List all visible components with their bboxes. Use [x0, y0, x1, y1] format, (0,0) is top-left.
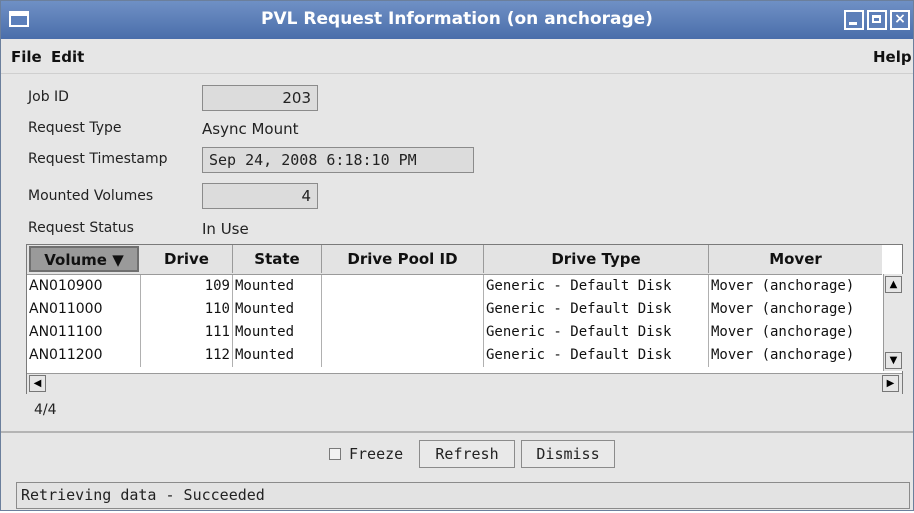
column-header-drive-type[interactable]: Drive Type [484, 245, 709, 273]
table-row[interactable]: AN011200 112 Mounted Generic - Default D… [27, 344, 882, 367]
cell-volume: AN011100 [27, 321, 141, 344]
cell-drive: 110 [141, 298, 233, 321]
column-header-state[interactable]: State [233, 245, 322, 273]
status-bar: Retrieving data - Succeeded [16, 482, 910, 509]
separator [1, 431, 913, 433]
column-header-mover[interactable]: Mover [709, 245, 882, 273]
mounted-volumes-field: 4 [202, 183, 318, 209]
column-header-volume[interactable]: Volume ▼ [29, 246, 139, 272]
cell-drive-pool-id [322, 298, 484, 321]
cell-state: Mounted [233, 298, 322, 321]
cell-drive-type: Generic - Default Disk [484, 298, 709, 321]
scroll-down-icon[interactable]: ▼ [885, 352, 902, 369]
request-type-value: Async Mount [202, 120, 299, 138]
freeze-checkbox[interactable] [329, 448, 341, 460]
pvl-request-window: PVL Request Information (on anchorage) ×… [0, 0, 914, 511]
window-title: PVL Request Information (on anchorage) [261, 9, 653, 29]
request-type-label: Request Type [28, 120, 122, 136]
request-status-value: In Use [202, 220, 249, 238]
horizontal-scrollbar[interactable]: ◀ ▶ [27, 373, 902, 394]
minimize-icon[interactable] [844, 10, 864, 30]
mounted-volumes-label: Mounted Volumes [28, 188, 154, 204]
column-header-drive[interactable]: Drive [141, 245, 233, 273]
menu-file[interactable]: File [11, 48, 42, 66]
cell-mover: Mover (anchorage) [711, 347, 855, 363]
cell-drive-type: Generic - Default Disk [484, 321, 709, 344]
maximize-icon[interactable] [867, 10, 887, 30]
vertical-scrollbar[interactable]: ▲ ▼ [883, 274, 903, 371]
cell-state: Mounted [233, 321, 322, 344]
dismiss-button[interactable]: Dismiss [521, 440, 615, 468]
scroll-left-icon[interactable]: ◀ [29, 375, 46, 392]
cell-drive-pool-id [322, 344, 484, 367]
table-row[interactable]: AN010900 109 Mounted Generic - Default D… [27, 275, 882, 298]
cell-mover: Mover (anchorage) [711, 301, 855, 317]
scroll-up-icon[interactable]: ▲ [885, 276, 902, 293]
refresh-button[interactable]: Refresh [419, 440, 515, 468]
menu-help[interactable]: Help [873, 48, 912, 66]
menu-edit[interactable]: Edit [51, 48, 84, 66]
cell-drive-type: Generic - Default Disk [484, 344, 709, 367]
cell-drive: 112 [141, 344, 233, 367]
request-timestamp-field: Sep 24, 2008 6:18:10 PM [202, 147, 474, 173]
request-status-label: Request Status [28, 220, 134, 236]
cell-mover: Mover (anchorage) [711, 324, 855, 340]
cell-mover: Mover (anchorage) [711, 278, 855, 294]
title-bar[interactable]: PVL Request Information (on anchorage) × [1, 1, 913, 39]
cell-volume: AN011200 [27, 344, 141, 367]
cell-volume: AN010900 [27, 275, 141, 298]
job-id-label: Job ID [28, 89, 69, 105]
cell-state: Mounted [233, 275, 322, 298]
close-icon[interactable]: × [890, 10, 910, 30]
cell-volume: AN011000 [27, 298, 141, 321]
table-header: Volume ▼ Drive State Drive Pool ID Drive… [27, 245, 882, 275]
menu-bar: File Edit Help [1, 39, 913, 74]
column-header-drive-pool-id[interactable]: Drive Pool ID [322, 245, 484, 273]
scroll-right-icon[interactable]: ▶ [882, 375, 899, 392]
table-row[interactable]: AN011000 110 Mounted Generic - Default D… [27, 298, 882, 321]
cell-drive-type: Generic - Default Disk [484, 275, 709, 298]
cell-drive-pool-id [322, 275, 484, 298]
row-count: 4/4 [34, 402, 57, 418]
request-timestamp-label: Request Timestamp [28, 151, 168, 167]
cell-drive: 109 [141, 275, 233, 298]
volumes-table: Volume ▼ Drive State Drive Pool ID Drive… [26, 244, 903, 394]
cell-drive-pool-id [322, 321, 484, 344]
freeze-label[interactable]: Freeze [349, 445, 403, 463]
cell-state: Mounted [233, 344, 322, 367]
cell-drive: 111 [141, 321, 233, 344]
table-row[interactable]: AN011100 111 Mounted Generic - Default D… [27, 321, 882, 344]
job-id-field: 203 [202, 85, 318, 111]
